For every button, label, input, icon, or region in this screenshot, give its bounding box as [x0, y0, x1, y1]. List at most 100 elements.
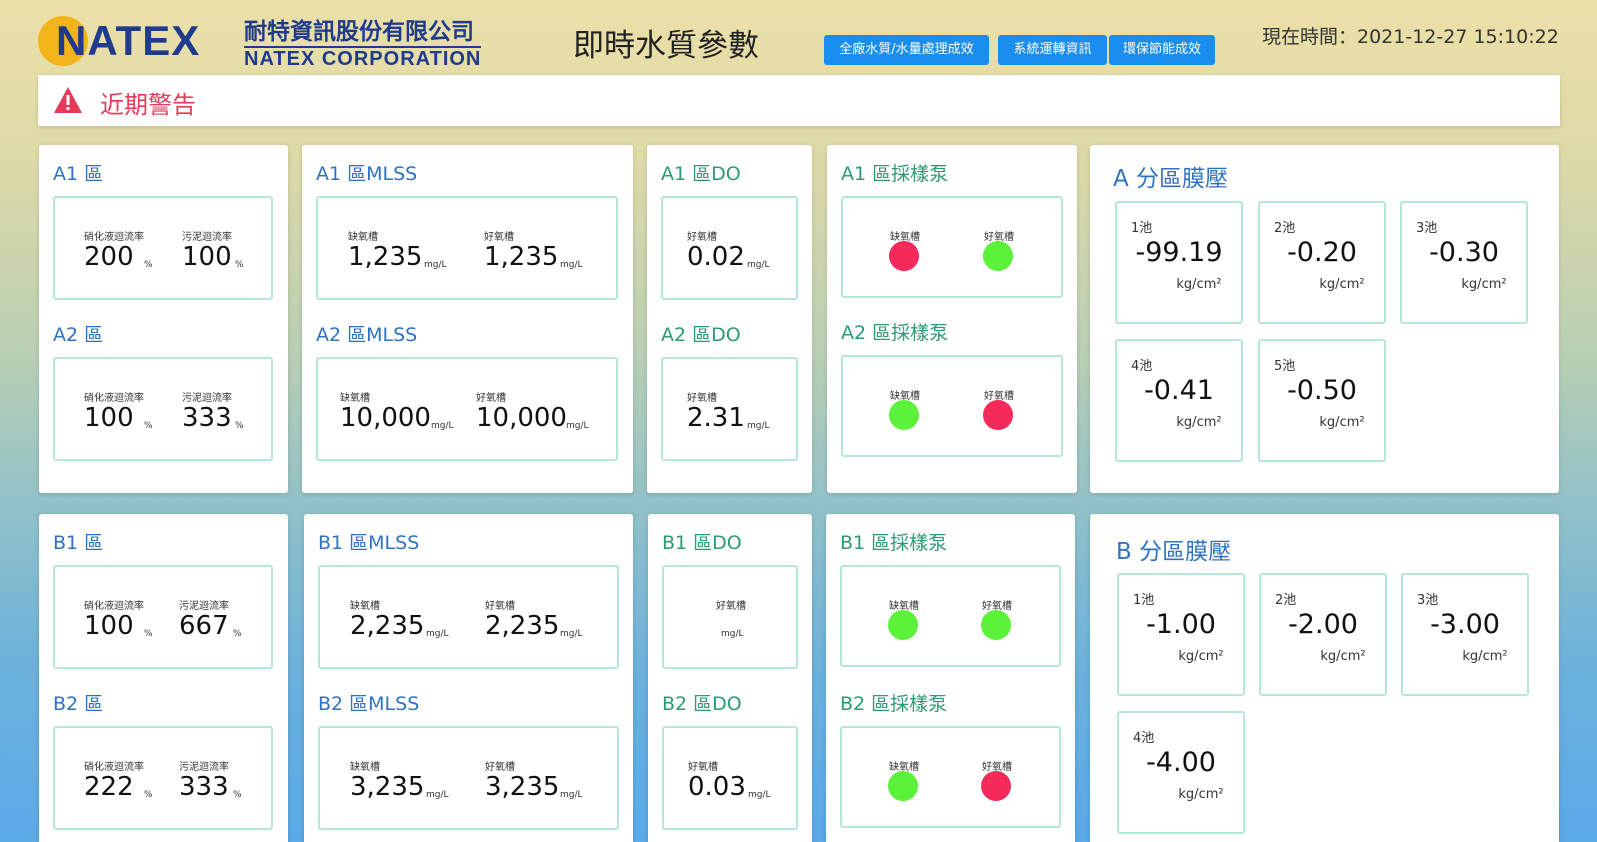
- percent-unit: %: [235, 260, 244, 270]
- nav-button-energy-saving[interactable]: 環保節能成效: [1109, 35, 1215, 65]
- aerobic-tank-label: 好氧槽: [476, 393, 506, 404]
- pool-name: 3池: [1416, 221, 1438, 236]
- zone-b1-sludge-value: 667: [179, 611, 229, 641]
- mgl-unit: mg/L: [747, 260, 770, 270]
- aerobic-tank-label: 好氧槽: [485, 601, 515, 612]
- natex-logo[interactable]: NATEX 耐特資訊股份有限公司 NATEX CORPORATION: [36, 13, 496, 70]
- membrane-b-pool-2: 2池 -2.00 kg/cm²: [1259, 573, 1387, 696]
- membrane-b-title: B 分區膜壓: [1116, 539, 1232, 565]
- pool-pressure-value: -0.50: [1287, 375, 1357, 406]
- zone-a1-nitrate-value: 200: [84, 242, 134, 272]
- nitrate-rate-label: 硝化液迴流率: [84, 601, 144, 612]
- do-a2-box: 好氧槽 2.31 mg/L: [661, 357, 798, 461]
- zone-b2-title: B2 區: [53, 693, 104, 715]
- percent-unit: %: [144, 790, 153, 800]
- zone-a2-sludge-value: 333: [182, 403, 232, 433]
- pool-name: 4池: [1131, 359, 1153, 374]
- kgcm-unit: kg/cm²: [1320, 649, 1366, 664]
- mlss-a2-aerobic-value: 10,000: [476, 403, 567, 433]
- aerobic-tank-label: 好氧槽: [688, 762, 718, 773]
- pump-a2-aerobic-status-indicator: [983, 400, 1013, 430]
- sludge-rate-label: 污泥迴流率: [182, 393, 232, 404]
- percent-unit: %: [233, 790, 242, 800]
- panel-do-b: B1 區DO 好氧槽 mg/L B2 區DO 好氧槽 0.03 mg/L: [648, 514, 812, 842]
- anoxic-tank-label: 缺氧槽: [340, 393, 370, 404]
- pool-name: 2池: [1275, 593, 1297, 608]
- nitrate-rate-label: 硝化液迴流率: [84, 232, 144, 243]
- recent-alerts-title: 近期警告: [100, 91, 196, 119]
- mlss-a2-title: A2 區MLSS: [316, 324, 418, 346]
- percent-unit: %: [233, 629, 242, 639]
- percent-unit: %: [144, 421, 153, 431]
- membrane-a-pool-4: 4池 -0.41 kg/cm²: [1115, 339, 1243, 462]
- mlss-a1-aerobic-value: 1,235: [484, 242, 559, 272]
- pump-a1-anoxic-status-indicator: [889, 241, 919, 271]
- panel-membrane-a: A 分區膜壓 1池 -99.19 kg/cm² 2池 -0.20 kg/cm² …: [1090, 145, 1559, 493]
- pump-a1-box: 缺氧槽 好氧槽: [841, 196, 1063, 298]
- membrane-a-pool-3: 3池 -0.30 kg/cm²: [1400, 201, 1528, 324]
- panel-zone-b: B1 區 硝化液迴流率 100 % 污泥迴流率 667 % B2 區 硝化液迴流…: [39, 514, 288, 842]
- nitrate-rate-label: 硝化液迴流率: [84, 393, 144, 404]
- panel-zone-a: A1 區 硝化液迴流率 200 % 污泥迴流率 100 % A2 區 硝化液迴流…: [39, 145, 288, 493]
- mgl-unit: mg/L: [747, 421, 770, 431]
- pump-b2-box: 缺氧槽 好氧槽: [840, 726, 1061, 828]
- nav-button-plant-quality[interactable]: 全廠水質/水量處理成效: [824, 35, 989, 65]
- warning-icon: [54, 87, 82, 113]
- zone-a2-box: 硝化液迴流率 100 % 污泥迴流率 333 %: [53, 357, 273, 461]
- membrane-b-pool-3: 3池 -3.00 kg/cm²: [1401, 573, 1529, 696]
- anoxic-tank-label: 缺氧槽: [350, 762, 380, 773]
- mgl-unit: mg/L: [560, 790, 583, 800]
- zone-a1-box: 硝化液迴流率 200 % 污泥迴流率 100 %: [53, 196, 273, 300]
- do-b2-title: B2 區DO: [662, 693, 742, 715]
- aerobic-tank-label: 好氧槽: [485, 762, 515, 773]
- kgcm-unit: kg/cm²: [1176, 277, 1222, 292]
- pool-name: 1池: [1133, 593, 1155, 608]
- sludge-rate-label: 污泥迴流率: [182, 232, 232, 243]
- membrane-a-pool-2: 2池 -0.20 kg/cm²: [1258, 201, 1386, 324]
- mgl-unit: mg/L: [424, 260, 447, 270]
- mlss-a1-box: 缺氧槽 1,235 mg/L 好氧槽 1,235 mg/L: [316, 196, 618, 300]
- do-b1-title: B1 區DO: [662, 532, 742, 554]
- pump-b1-box: 缺氧槽 好氧槽: [840, 565, 1061, 667]
- zone-b2-nitrate-value: 222: [84, 772, 134, 802]
- pump-b1-title: B1 區採樣泵: [840, 532, 948, 554]
- percent-unit: %: [235, 421, 244, 431]
- do-b2-box: 好氧槽 0.03 mg/L: [662, 726, 798, 830]
- mgl-unit: mg/L: [748, 790, 771, 800]
- do-b2-value: 0.03: [688, 772, 746, 802]
- percent-unit: %: [144, 260, 153, 270]
- membrane-b-pool-4: 4池 -4.00 kg/cm²: [1117, 711, 1245, 834]
- nav-button-system-operation[interactable]: 系統運轉資訊: [998, 35, 1107, 65]
- pump-a1-title: A1 區採樣泵: [841, 163, 949, 185]
- kgcm-unit: kg/cm²: [1178, 649, 1224, 664]
- mgl-unit: mg/L: [426, 790, 449, 800]
- pump-b2-anoxic-status-indicator: [888, 771, 918, 801]
- mgl-unit: mg/L: [560, 629, 583, 639]
- nitrate-rate-label: 硝化液迴流率: [84, 762, 144, 773]
- pump-b1-aerobic-status-indicator: [981, 610, 1011, 640]
- pool-pressure-value: -3.00: [1430, 609, 1500, 640]
- sludge-rate-label: 污泥迴流率: [179, 601, 229, 612]
- membrane-a-pool-1: 1池 -99.19 kg/cm²: [1115, 201, 1243, 324]
- recent-alerts-bar[interactable]: 近期警告: [38, 75, 1560, 126]
- mlss-a1-anoxic-value: 1,235: [348, 242, 423, 272]
- panel-membrane-b: B 分區膜壓 1池 -1.00 kg/cm² 2池 -2.00 kg/cm² 3…: [1090, 514, 1559, 842]
- mgl-unit: mg/L: [566, 421, 589, 431]
- logo-company-name-en: NATEX CORPORATION: [244, 46, 482, 70]
- page-title: 即時水質參數: [573, 28, 759, 64]
- do-a2-title: A2 區DO: [661, 324, 741, 346]
- pool-pressure-value: -4.00: [1146, 747, 1216, 778]
- kgcm-unit: kg/cm²: [1178, 787, 1224, 802]
- mlss-b1-box: 缺氧槽 2,235 mg/L 好氧槽 2,235 mg/L: [318, 565, 619, 669]
- do-a2-value: 2.31: [687, 403, 745, 433]
- zone-a2-nitrate-value: 100: [84, 403, 134, 433]
- zone-b2-box: 硝化液迴流率 222 % 污泥迴流率 333 %: [53, 726, 273, 830]
- pool-name: 5池: [1274, 359, 1296, 374]
- pool-pressure-value: -99.19: [1135, 237, 1223, 268]
- aerobic-tank-label: 好氧槽: [687, 393, 717, 404]
- pool-pressure-value: -0.41: [1144, 375, 1214, 406]
- zone-a1-title: A1 區: [53, 163, 104, 185]
- pool-pressure-value: -0.20: [1287, 237, 1357, 268]
- membrane-b-pool-1: 1池 -1.00 kg/cm²: [1117, 573, 1245, 696]
- aerobic-tank-label: 好氧槽: [484, 232, 514, 243]
